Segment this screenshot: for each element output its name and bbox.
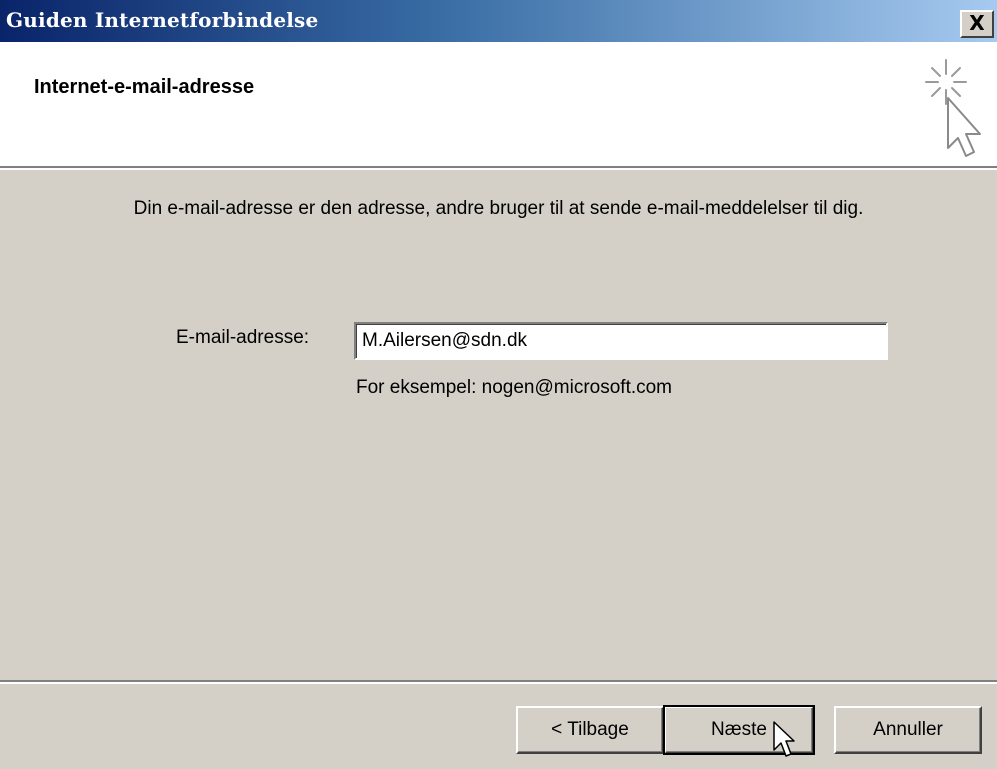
email-field[interactable] — [354, 322, 888, 360]
window-title: Guiden Internetforbindelse — [6, 8, 319, 32]
wizard-cursor-icon — [925, 59, 981, 157]
header-panel: Internet-e-mail-adresse — [0, 42, 997, 170]
title-bar[interactable]: Guiden Internetforbindelse X — [0, 0, 997, 42]
example-hint: For eksempel: nogen@microsoft.com — [356, 377, 673, 398]
page-title: Internet-e-mail-adresse — [34, 76, 255, 98]
mouse-pointer-icon — [773, 721, 795, 757]
cancel-button[interactable]: Annuller — [834, 706, 982, 754]
description-text: Din e-mail-adresse er den adresse, andre… — [133, 198, 864, 219]
wizard-window: Guiden Internetforbindelse X Internet-e-… — [0, 0, 997, 769]
close-button[interactable]: X — [960, 10, 994, 38]
button-divider — [0, 680, 997, 684]
close-icon: X — [969, 11, 985, 35]
email-label: E-mail-adresse: — [176, 327, 310, 348]
back-button[interactable]: < Tilbage — [516, 706, 664, 754]
